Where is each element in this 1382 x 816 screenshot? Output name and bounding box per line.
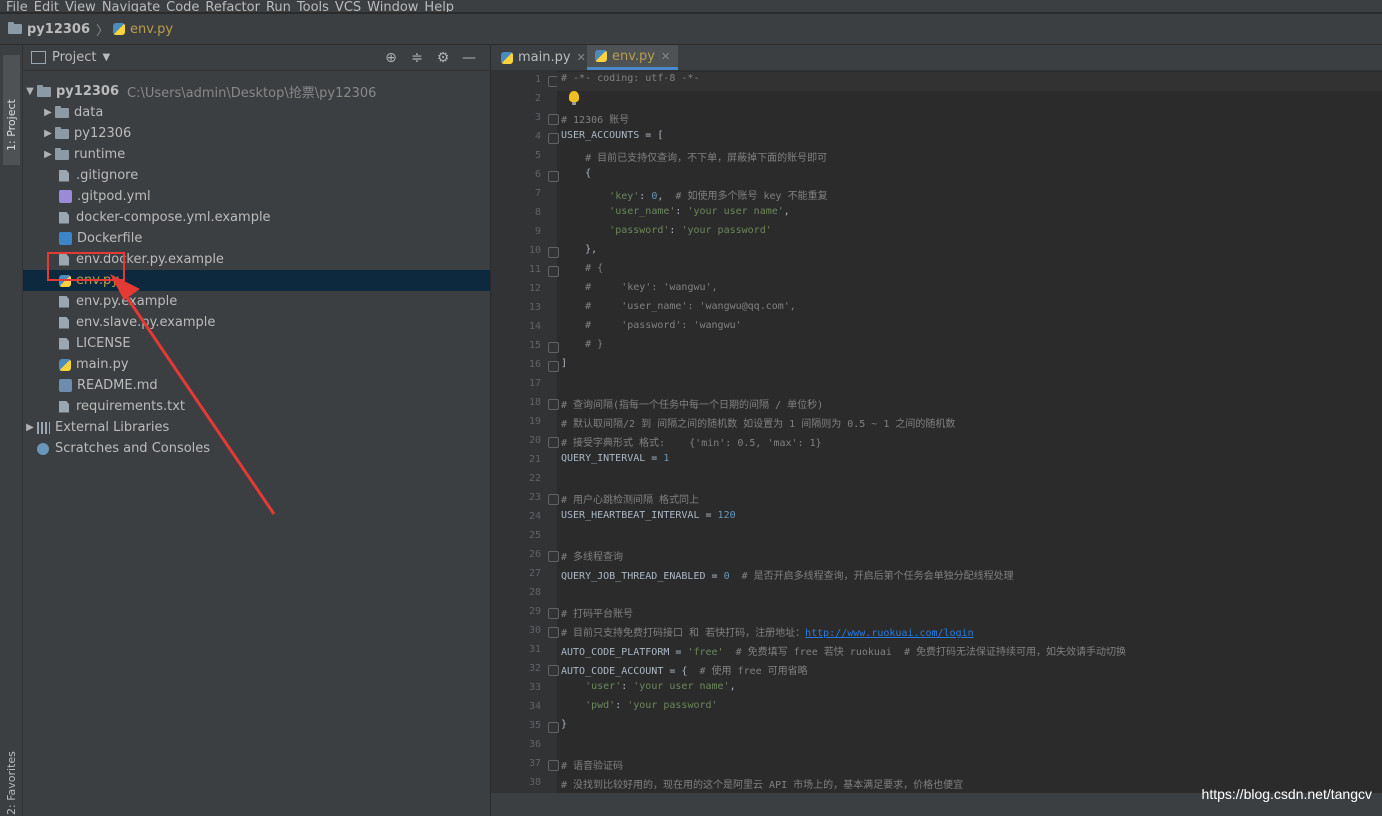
annotation-arrow-line: [120, 289, 276, 515]
watermark: https://blog.csdn.net/tangcv: [1201, 786, 1372, 802]
annotation-arrow-head: [110, 274, 140, 300]
annotation-arrow: [110, 274, 276, 515]
